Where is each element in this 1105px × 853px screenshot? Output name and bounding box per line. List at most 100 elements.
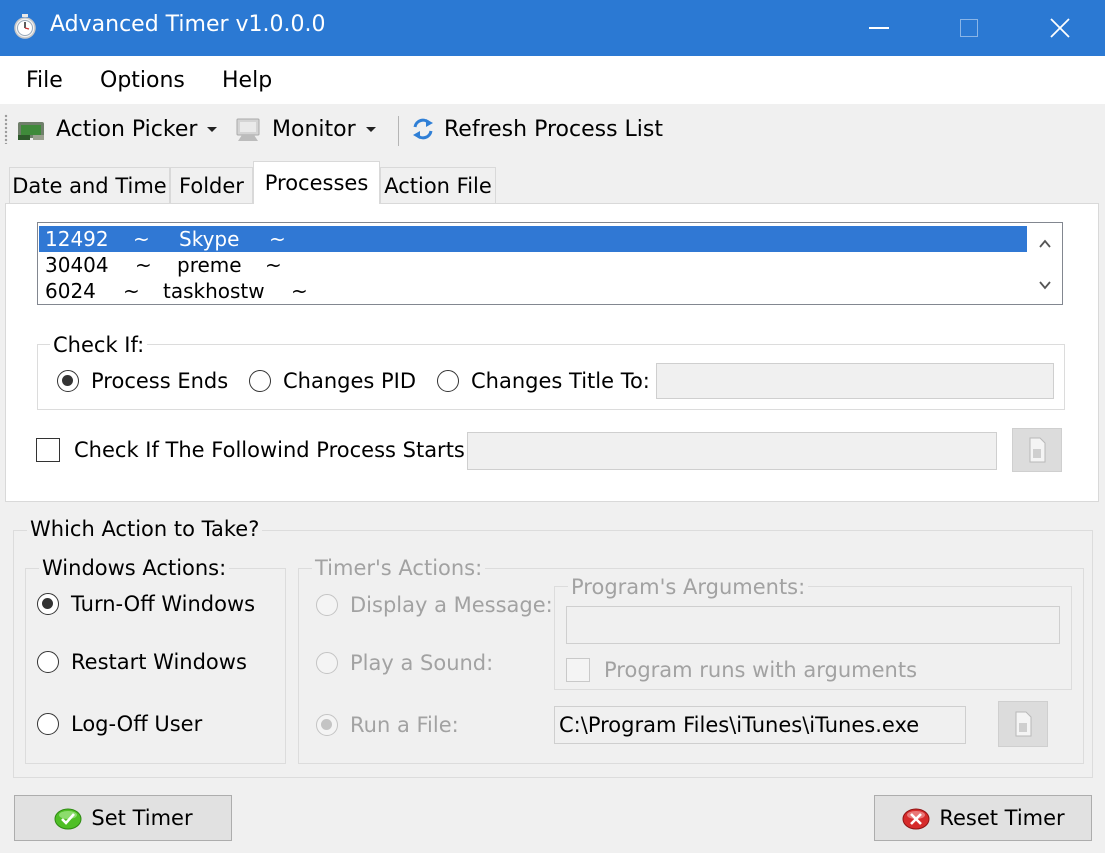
radio-circle[interactable]: [316, 652, 338, 674]
maximize-button[interactable]: [924, 0, 1014, 56]
scroll-down-icon[interactable]: [1038, 278, 1052, 292]
radio-log-off-user[interactable]: Log-Off User: [37, 712, 202, 736]
action-picker-label: Action Picker: [56, 116, 198, 142]
process-name: Skype: [179, 227, 240, 251]
process-pid: 30404: [45, 253, 109, 277]
close-button[interactable]: [1015, 0, 1105, 56]
set-timer-label: Set Timer: [91, 806, 193, 830]
check-icon: [54, 808, 82, 830]
process-separator: ~: [291, 279, 308, 303]
list-item[interactable]: 6024 ~ taskhostw ~: [39, 278, 1027, 304]
action-picker-dropdown[interactable]: Action Picker: [16, 113, 218, 145]
menu-options[interactable]: Options: [100, 68, 185, 93]
minimize-button[interactable]: [834, 0, 924, 56]
run-file-browse-button[interactable]: [998, 701, 1048, 747]
process-separator: ~: [123, 279, 140, 303]
checkbox-box[interactable]: [566, 658, 590, 682]
stopwatch-icon: [12, 13, 38, 39]
radio-label: Changes Title To:: [471, 369, 650, 393]
radio-label: Process Ends: [91, 369, 229, 393]
radio-label: Play a Sound:: [350, 651, 494, 675]
file-browse-icon: [1015, 711, 1032, 737]
program-arguments-legend: Program's Arguments:: [568, 575, 809, 599]
tab-date-and-time[interactable]: Date and Time: [9, 167, 170, 203]
monitor-label: Monitor: [272, 116, 356, 142]
tab-processes[interactable]: Processes: [253, 161, 380, 204]
title-bar[interactable]: Advanced Timer v1.0.0.0: [0, 0, 1105, 56]
monitor-icon: [236, 118, 260, 141]
radio-label: Restart Windows: [71, 650, 247, 674]
checkbox-label: Check If The Followind Process Starts:: [74, 438, 472, 462]
program-arguments-input[interactable]: [566, 606, 1060, 644]
check-if-legend: Check If:: [50, 333, 148, 357]
process-list-scrollbar[interactable]: [1028, 223, 1062, 304]
refresh-icon: [413, 118, 433, 140]
process-starts-browse-button[interactable]: [1012, 428, 1062, 472]
process-name: taskhostw: [163, 279, 265, 303]
radio-display-message[interactable]: Display a Message:: [316, 593, 553, 617]
windows-actions-legend: Windows Actions:: [39, 556, 230, 580]
refresh-label: Refresh Process List: [444, 116, 663, 142]
tab-folder[interactable]: Folder: [170, 167, 253, 203]
tab-action-file[interactable]: Action File: [380, 167, 496, 203]
list-item[interactable]: 30404 ~ preme ~: [39, 252, 1027, 278]
cancel-icon: [902, 808, 930, 830]
toolbar: Action Picker Monitor Refresh Process Li…: [0, 104, 1105, 154]
set-timer-button[interactable]: Set Timer: [14, 795, 232, 841]
radio-circle[interactable]: [316, 594, 338, 616]
radio-restart-windows[interactable]: Restart Windows: [37, 650, 247, 674]
radio-circle[interactable]: [37, 713, 59, 735]
process-name: preme: [177, 253, 242, 277]
menu-help[interactable]: Help: [222, 68, 272, 93]
radio-process-ends[interactable]: Process Ends: [57, 369, 228, 393]
scroll-up-icon[interactable]: [1038, 237, 1052, 251]
radio-circle[interactable]: [437, 370, 459, 392]
radio-circle-checked[interactable]: [37, 593, 59, 615]
radio-circle-checked[interactable]: [316, 714, 338, 736]
radio-circle[interactable]: [249, 370, 271, 392]
process-pid: 6024: [45, 279, 96, 303]
menu-file[interactable]: File: [26, 68, 63, 93]
radio-label: Turn-Off Windows: [71, 592, 256, 616]
process-separator: ~: [265, 253, 282, 277]
file-browse-icon: [1029, 437, 1046, 463]
monitor-dropdown[interactable]: Monitor: [234, 113, 376, 145]
radio-label: Changes PID: [283, 369, 417, 393]
radio-label: Run a File:: [350, 713, 459, 737]
process-starts-checkbox[interactable]: Check If The Followind Process Starts:: [36, 438, 472, 462]
chevron-down-icon: [207, 126, 218, 132]
radio-circle[interactable]: [37, 651, 59, 673]
radio-circle-checked[interactable]: [57, 370, 79, 392]
radio-changes-pid[interactable]: Changes PID: [249, 369, 416, 393]
radio-changes-title[interactable]: Changes Title To:: [437, 369, 650, 393]
menu-bar: File Options Help: [0, 56, 1105, 104]
chevron-down-icon: [365, 126, 376, 132]
reset-timer-button[interactable]: Reset Timer: [874, 795, 1092, 841]
radio-turn-off-windows[interactable]: Turn-Off Windows: [37, 592, 255, 616]
refresh-process-list-button[interactable]: Refresh Process List: [410, 113, 663, 145]
toolbar-separator: [398, 116, 399, 146]
which-action-legend: Which Action to Take?: [27, 517, 263, 541]
radio-run-file[interactable]: Run a File:: [316, 713, 459, 737]
toolbar-grip[interactable]: [4, 114, 8, 144]
process-list[interactable]: 12492 ~ Skype ~ 30404 ~ preme ~ 6024 ~ t…: [37, 222, 1063, 305]
radio-play-sound[interactable]: Play a Sound:: [316, 651, 493, 675]
changes-title-input[interactable]: [656, 363, 1054, 399]
minimize-icon: [869, 27, 889, 29]
program-runs-with-arguments-checkbox[interactable]: Program runs with arguments: [566, 658, 917, 682]
radio-label: Log-Off User: [71, 712, 203, 736]
process-starts-input[interactable]: [467, 432, 997, 470]
radio-label: Display a Message:: [350, 593, 553, 617]
maximize-icon: [960, 19, 978, 37]
close-icon: [1050, 18, 1070, 38]
checkbox-label: Program runs with arguments: [604, 658, 918, 682]
window-title: Advanced Timer v1.0.0.0: [50, 12, 326, 37]
process-separator: ~: [133, 227, 150, 251]
reset-timer-label: Reset Timer: [939, 806, 1065, 830]
checkbox-box[interactable]: [36, 438, 60, 462]
process-separator: ~: [135, 253, 152, 277]
action-picker-icon: [18, 122, 44, 140]
run-file-path-input[interactable]: C:\Program Files\iTunes\iTunes.exe: [554, 706, 966, 744]
list-item[interactable]: 12492 ~ Skype ~: [39, 226, 1027, 252]
timers-actions-legend: Timer's Actions:: [312, 556, 486, 580]
